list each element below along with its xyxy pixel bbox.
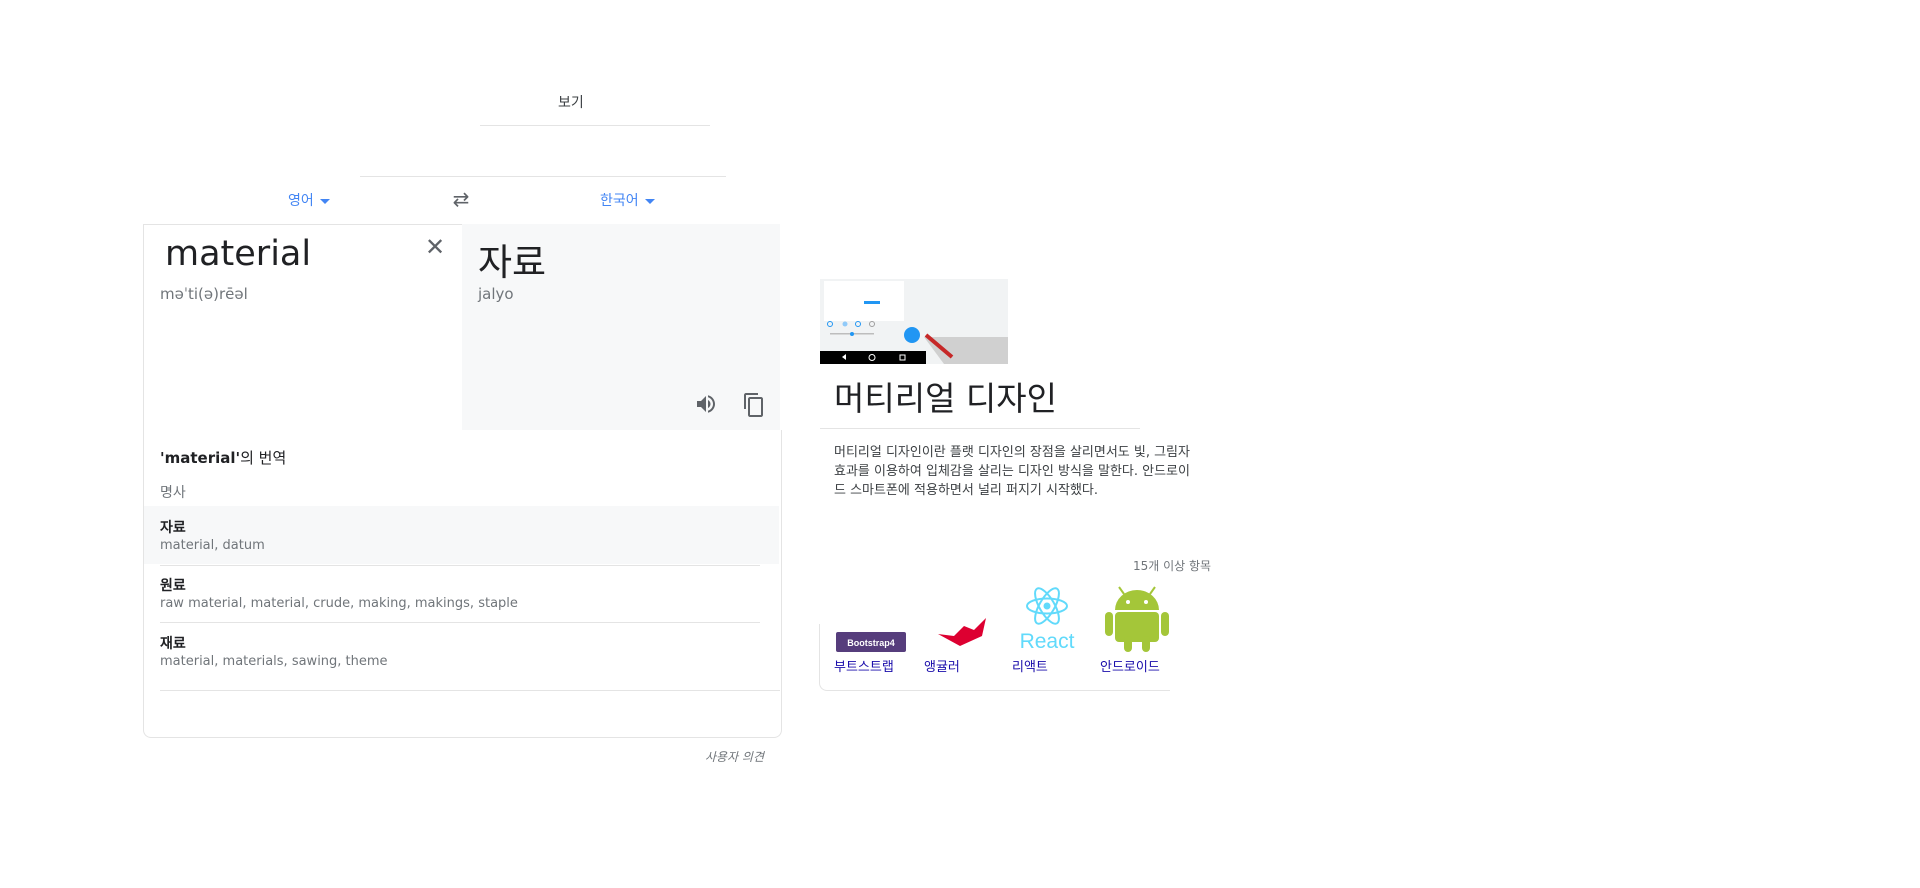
related-label[interactable]: 앵귤러 xyxy=(924,656,960,675)
bootstrap-logo: Bootstrap4 xyxy=(836,632,906,652)
bootstrap-logo-text: Bootstrap4 xyxy=(847,638,895,648)
close-icon[interactable]: ✕ xyxy=(424,235,446,259)
chevron-down-icon xyxy=(319,198,330,204)
target-word: 자료 xyxy=(478,241,547,284)
target-romanization: jalyo xyxy=(478,285,514,303)
swap-languages-icon[interactable]: ⇄ xyxy=(448,188,474,210)
entry-synonyms: material, materials, sawing, theme xyxy=(160,654,388,669)
target-language-select[interactable]: 한국어 xyxy=(600,190,655,210)
angular-logo xyxy=(938,618,986,646)
divider xyxy=(160,690,780,691)
chevron-down-icon xyxy=(644,198,655,204)
entry-word[interactable]: 재료 xyxy=(160,633,186,653)
dictionary-heading-word: 'material' xyxy=(160,449,241,467)
part-of-speech: 명사 xyxy=(160,485,186,501)
source-language-select[interactable]: 영어 xyxy=(288,190,330,210)
material-design-thumbnail[interactable] xyxy=(820,279,1008,364)
related-item-react[interactable]: React xyxy=(1012,584,1102,658)
entry-synonyms: material, datum xyxy=(160,538,265,553)
source-pronunciation: məˈti(ə)rēəl xyxy=(160,285,248,303)
target-language-label: 한국어 xyxy=(600,193,639,209)
related-label[interactable]: 부트스트랩 xyxy=(834,656,894,675)
react-logo: React xyxy=(1020,587,1075,653)
dictionary-heading-suffix: 의 번역 xyxy=(240,449,287,467)
react-logo-text: React xyxy=(1020,630,1075,653)
translate-card: 보기 영어 ⇄ 한국어 material məˈti(ə)rēəl ✕ 자료 j… xyxy=(0,0,790,780)
feedback-link[interactable]: 사용자 의견 xyxy=(705,748,764,765)
dictionary-heading: 'material'의 번역 xyxy=(160,447,286,468)
divider xyxy=(160,622,760,623)
related-label[interactable]: 리액트 xyxy=(1012,656,1048,675)
related-label[interactable]: 안드로이드 xyxy=(1100,656,1160,675)
related-item-android[interactable] xyxy=(1100,584,1190,658)
more-items-link[interactable]: 15개 이상 항목 xyxy=(1133,557,1211,574)
divider xyxy=(480,125,710,126)
related-item-bootstrap[interactable]: Bootstrap4 xyxy=(834,584,924,658)
divider xyxy=(160,565,760,566)
top-label: 보기 xyxy=(558,95,584,111)
android-logo xyxy=(1105,586,1169,652)
speaker-icon[interactable] xyxy=(694,392,718,416)
entry-synonyms: raw material, material, crude, making, m… xyxy=(160,596,518,611)
copy-icon[interactable] xyxy=(742,392,766,418)
list-item-highlight xyxy=(144,506,779,564)
related-item-angular[interactable] xyxy=(930,584,1020,658)
entry-word[interactable]: 원료 xyxy=(160,575,186,595)
knowledge-title: 머티리얼 디자인 xyxy=(834,379,1058,418)
dictionary-frame xyxy=(143,430,782,738)
divider xyxy=(360,176,726,177)
source-language-label: 영어 xyxy=(288,193,314,209)
knowledge-description: 머티리얼 디자인이란 플랫 디자인의 장점을 살리면서도 빛, 그림자 효과를 … xyxy=(834,445,1190,498)
entry-word[interactable]: 자료 xyxy=(160,517,186,537)
source-word[interactable]: material xyxy=(165,234,311,274)
divider xyxy=(820,428,1140,429)
